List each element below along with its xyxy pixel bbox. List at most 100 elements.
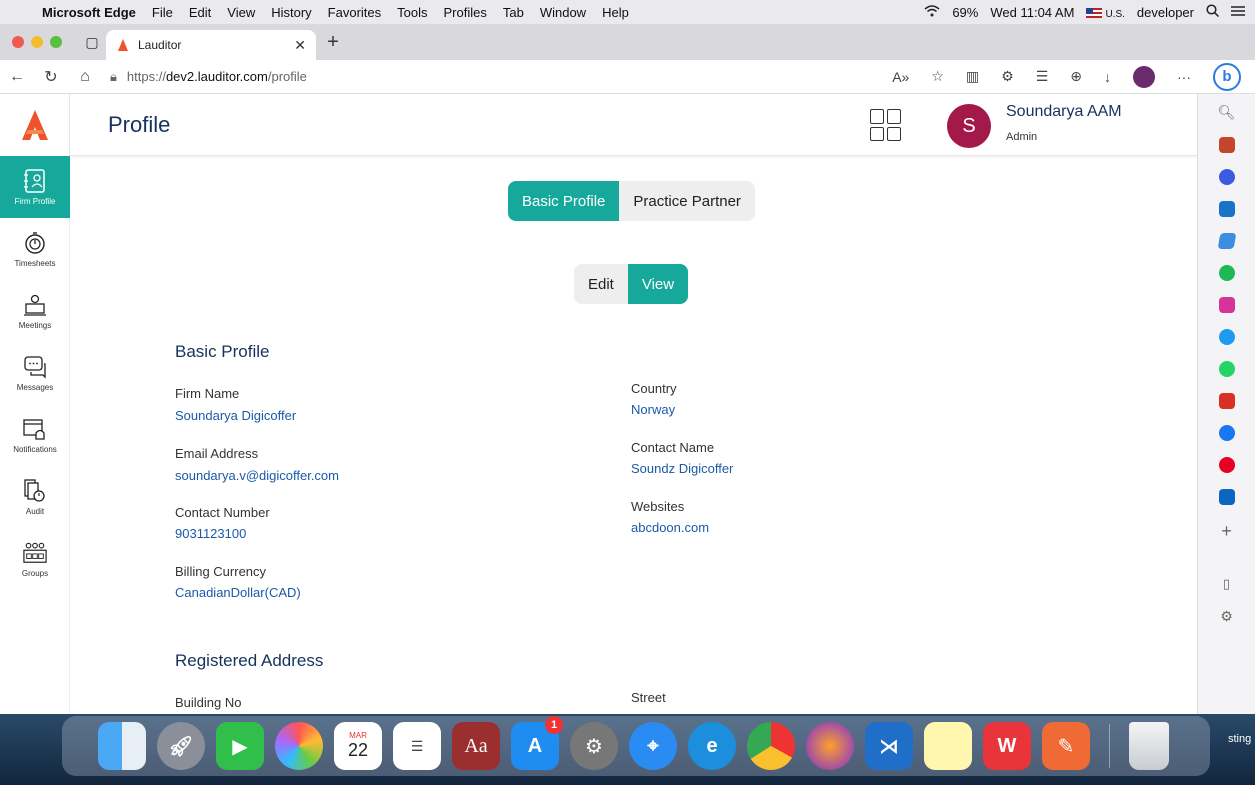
- user-menu[interactable]: developer: [1137, 5, 1194, 20]
- wps-office-icon[interactable]: W: [983, 722, 1031, 770]
- menu-app-name[interactable]: Microsoft Edge: [40, 5, 144, 20]
- sidebar-item-timesheets[interactable]: Timesheets: [0, 218, 70, 280]
- split-screen-icon[interactable]: ▥: [966, 68, 979, 85]
- firefox-icon[interactable]: [806, 722, 854, 770]
- minimize-window-button[interactable]: [31, 36, 43, 48]
- menu-favorites[interactable]: Favorites: [320, 5, 389, 20]
- spotify-icon[interactable]: [1218, 265, 1235, 281]
- search-icon[interactable]: [1206, 4, 1220, 20]
- downloads-icon[interactable]: ↓: [1104, 69, 1111, 85]
- linkedin-icon[interactable]: [1218, 489, 1235, 505]
- pinterest-icon[interactable]: [1218, 457, 1235, 473]
- user-role: Admin: [1006, 131, 1038, 143]
- facebook-icon[interactable]: [1218, 425, 1235, 441]
- lauditor-logo[interactable]: [0, 94, 69, 156]
- extensions-icon[interactable]: ⚙︎: [1001, 68, 1014, 85]
- user-name[interactable]: Soundarya AAM: [1006, 103, 1122, 121]
- dictionary-icon[interactable]: Aa: [452, 722, 500, 770]
- add-sidebar-app-icon[interactable]: +: [1221, 521, 1232, 542]
- battery-percent[interactable]: 69%: [952, 5, 978, 20]
- registered-address-heading: Registered Address: [175, 651, 324, 670]
- calendar-icon[interactable]: MAR 22: [334, 722, 382, 770]
- hide-sidebar-icon[interactable]: ▯: [1223, 576, 1230, 592]
- menu-history[interactable]: History: [263, 5, 319, 20]
- menu-tools[interactable]: Tools: [389, 5, 435, 20]
- refresh-icon[interactable]: ↻: [34, 67, 68, 87]
- contact-number-label: Contact Number: [175, 505, 270, 520]
- home-icon[interactable]: ⌂: [68, 68, 102, 86]
- read-aloud-icon[interactable]: A»: [892, 69, 909, 85]
- postman-icon[interactable]: ✎: [1042, 722, 1090, 770]
- macos-menubar: Microsoft Edge File Edit View History Fa…: [0, 0, 1255, 24]
- menu-window[interactable]: Window: [532, 5, 594, 20]
- chrome-icon[interactable]: [747, 722, 795, 770]
- input-source[interactable]: U.S.: [1086, 5, 1125, 20]
- menu-edit[interactable]: Edit: [181, 5, 219, 20]
- address-bar[interactable]: 🔒︎ https://dev2.lauditor.com/profile: [110, 69, 790, 85]
- messages-icon: [23, 355, 47, 379]
- notifications-icon: [23, 417, 47, 441]
- reminders-icon[interactable]: ☰: [393, 722, 441, 770]
- send-icon[interactable]: [1217, 233, 1236, 249]
- back-icon[interactable]: ←: [0, 68, 34, 86]
- tab-actions-icon[interactable]: ▢: [78, 34, 106, 51]
- trash-icon[interactable]: [1129, 722, 1169, 770]
- add-favorite-icon[interactable]: ☆: [931, 68, 944, 85]
- us-flag-icon: [1086, 8, 1103, 19]
- gmail-icon[interactable]: [1218, 393, 1235, 409]
- zoom-window-button[interactable]: [50, 36, 62, 48]
- profile-avatar-icon[interactable]: [1133, 65, 1155, 88]
- menu-tab[interactable]: Tab: [495, 5, 532, 20]
- sidebar-settings-icon[interactable]: ⚙︎: [1220, 608, 1233, 625]
- edit-button[interactable]: Edit: [574, 264, 628, 304]
- sidebar-item-meetings[interactable]: Meetings: [0, 280, 70, 342]
- clock[interactable]: Wed 11:04 AM: [990, 5, 1074, 20]
- edge-icon[interactable]: e: [688, 722, 736, 770]
- favorites-icon[interactable]: ☰: [1036, 68, 1049, 85]
- office-icon[interactable]: [1218, 169, 1235, 185]
- finder-icon[interactable]: [98, 722, 146, 770]
- app-store-icon[interactable]: A 1: [511, 716, 563, 770]
- sidebar-item-groups[interactable]: Groups: [0, 528, 70, 590]
- close-tab-icon[interactable]: ✕: [294, 37, 306, 54]
- sidebar-item-notifications[interactable]: Notifications: [0, 404, 70, 466]
- more-icon[interactable]: ···: [1177, 69, 1191, 85]
- instagram-icon[interactable]: [1218, 297, 1235, 313]
- menu-help[interactable]: Help: [594, 5, 637, 20]
- system-preferences-icon[interactable]: ⚙︎: [570, 722, 618, 770]
- view-button[interactable]: View: [627, 264, 689, 304]
- wifi-icon[interactable]: [924, 4, 940, 20]
- sidebar-item-audit[interactable]: Audit: [0, 466, 70, 528]
- firm-name-value: Soundarya Digicoffer: [175, 408, 297, 423]
- apps-grid-icon[interactable]: [870, 109, 902, 141]
- browser-tab[interactable]: Lauditor ✕: [106, 30, 316, 60]
- collections-icon[interactable]: ⊕: [1070, 68, 1082, 85]
- firm-name-label: Firm Name: [175, 386, 240, 401]
- control-center-icon[interactable]: [1231, 5, 1245, 20]
- tab-practice-partner[interactable]: Practice Partner: [619, 181, 755, 221]
- bing-icon[interactable]: b: [1213, 62, 1241, 91]
- menu-profiles[interactable]: Profiles: [436, 5, 495, 20]
- url-host: dev2.lauditor.com: [165, 69, 268, 84]
- tools-icon[interactable]: [1218, 137, 1235, 153]
- close-window-button[interactable]: [12, 36, 24, 48]
- sidebar-item-messages[interactable]: Messages: [0, 342, 70, 404]
- twitter-icon[interactable]: [1218, 329, 1235, 345]
- vscode-icon[interactable]: ⋊: [865, 722, 913, 770]
- country-label: Country: [631, 381, 677, 396]
- avatar[interactable]: S: [947, 104, 991, 148]
- launchpad-icon[interactable]: 🚀︎: [157, 722, 205, 770]
- menu-view[interactable]: View: [219, 5, 263, 20]
- search-sidebar-icon[interactable]: 🔍︎: [1218, 104, 1236, 121]
- facetime-icon[interactable]: ▶: [216, 722, 264, 770]
- notes-icon[interactable]: [924, 722, 972, 770]
- new-tab-button[interactable]: +: [316, 31, 350, 54]
- whatsapp-icon[interactable]: [1218, 361, 1235, 377]
- menu-file[interactable]: File: [144, 5, 181, 20]
- safari-icon[interactable]: ⌖: [629, 722, 677, 770]
- photos-icon[interactable]: [275, 722, 323, 770]
- tab-basic-profile[interactable]: Basic Profile: [508, 181, 620, 221]
- sidebar-item-firm-profile[interactable]: Firm Profile: [0, 156, 70, 218]
- outlook-icon[interactable]: [1218, 201, 1235, 217]
- url-path: /profile: [267, 69, 307, 84]
